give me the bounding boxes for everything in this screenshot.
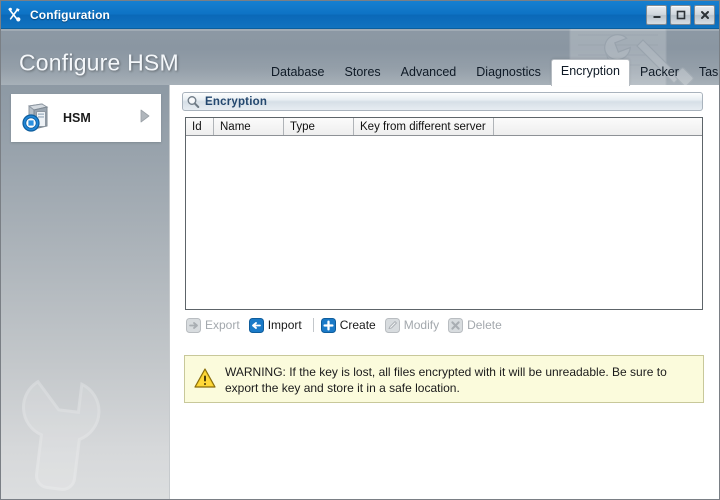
grid-toolbar: Export Import Create Modify Delete bbox=[185, 315, 703, 335]
wrench-watermark bbox=[22, 379, 101, 491]
tab-packer[interactable]: Packer bbox=[630, 60, 689, 86]
modify-label: Modify bbox=[403, 318, 440, 332]
tools-icon bbox=[6, 6, 24, 24]
panel-header-encryption: Encryption bbox=[182, 92, 703, 111]
sidebar-item-hsm[interactable]: HSM bbox=[11, 94, 161, 142]
x-mark-icon bbox=[448, 317, 464, 333]
export-button: Export bbox=[185, 316, 246, 334]
modify-button: Modify bbox=[384, 316, 445, 334]
sidebar: HSM bbox=[1, 85, 169, 499]
import-arrow-icon bbox=[248, 317, 264, 333]
warning-box: WARNING: If the key is lost, all files e… bbox=[184, 355, 704, 403]
tab-bar: Database Stores Advanced Diagnostics Encrypt… bbox=[1, 57, 719, 86]
configuration-window: Configuration Configure HSM Database Sto… bbox=[0, 0, 720, 500]
minimize-icon bbox=[653, 16, 660, 18]
magnifier-icon bbox=[186, 95, 200, 109]
header-sheen bbox=[1, 29, 719, 31]
grid-column-header[interactable]: Key from different server bbox=[354, 118, 494, 135]
tab-tasks[interactable]: Tasks bbox=[689, 60, 719, 86]
grid-body[interactable] bbox=[186, 136, 702, 309]
window-controls bbox=[646, 5, 715, 25]
window-title: Configuration bbox=[30, 7, 110, 22]
minimize-button[interactable] bbox=[646, 5, 667, 25]
tab-stores[interactable]: Stores bbox=[335, 60, 391, 86]
tab-advanced[interactable]: Advanced bbox=[391, 60, 467, 86]
create-button[interactable]: Create bbox=[320, 316, 382, 334]
tab-diagnostics[interactable]: Diagnostics bbox=[466, 60, 551, 86]
grid-column-header[interactable]: Type bbox=[284, 118, 354, 135]
close-icon bbox=[700, 11, 709, 19]
tab-encryption[interactable]: Encryption bbox=[550, 59, 630, 86]
delete-label: Delete bbox=[467, 318, 502, 332]
grid-header-row: Id Name Type Key from different server bbox=[186, 118, 702, 136]
sidebar-item-label: HSM bbox=[63, 111, 91, 125]
grid-column-header[interactable]: Name bbox=[214, 118, 284, 135]
maximize-button[interactable] bbox=[670, 5, 691, 25]
plus-icon bbox=[320, 317, 336, 333]
chevron-right-icon bbox=[140, 109, 150, 128]
title-bar: Configuration bbox=[1, 1, 719, 29]
panel-title: Encryption bbox=[205, 95, 268, 108]
import-button[interactable]: Import bbox=[248, 316, 308, 334]
grid-column-header[interactable] bbox=[494, 118, 702, 135]
import-label: Import bbox=[267, 318, 302, 332]
tab-database[interactable]: Database bbox=[261, 60, 335, 86]
toolbar-separator bbox=[312, 318, 314, 332]
grid-column-header[interactable]: Id bbox=[186, 118, 214, 135]
pencil-icon bbox=[384, 317, 400, 333]
warning-triangle-icon bbox=[194, 367, 216, 389]
maximize-icon bbox=[676, 10, 685, 20]
close-button[interactable] bbox=[694, 5, 715, 25]
content-area: Encryption Id Name Type Key from different … bbox=[169, 85, 719, 499]
warning-text: WARNING: If the key is lost, all files e… bbox=[225, 365, 667, 395]
create-label: Create bbox=[339, 318, 376, 332]
export-label: Export bbox=[205, 318, 240, 332]
encryption-keys-grid[interactable]: Id Name Type Key from different server bbox=[185, 117, 703, 310]
export-arrow-icon bbox=[186, 317, 201, 333]
server-device-icon bbox=[20, 101, 54, 135]
delete-button: Delete bbox=[447, 316, 508, 334]
